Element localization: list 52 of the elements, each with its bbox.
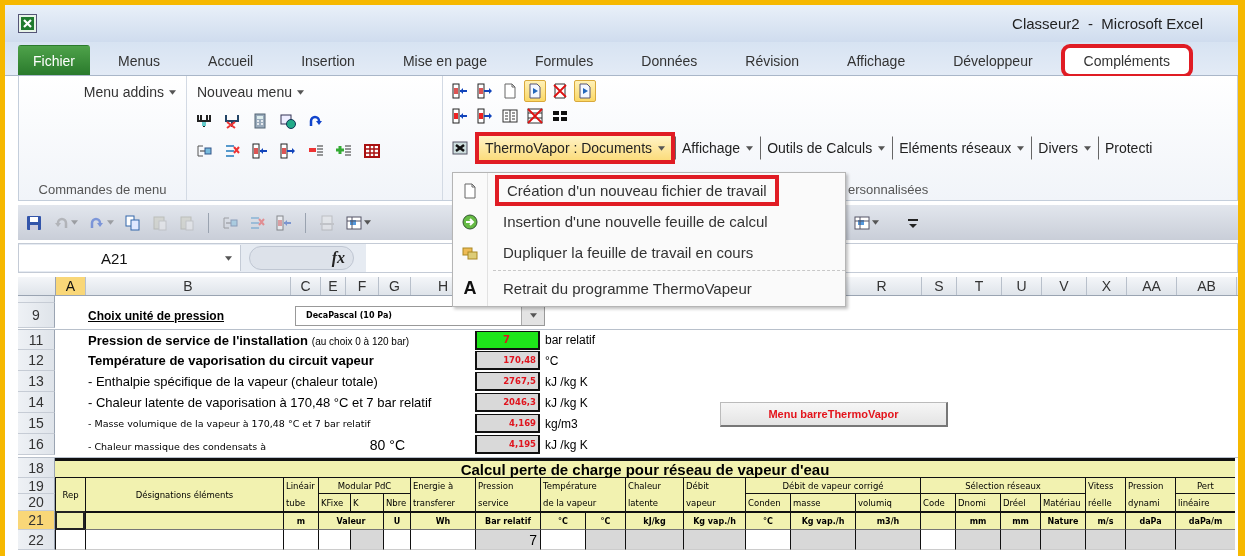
table-header-cell: Code bbox=[920, 494, 955, 511]
parameter-label: - Chaleur latente de vaporisation à 170,48 °C et 7 bar relatif bbox=[88, 395, 432, 410]
table-header-cell: de la vapeur bbox=[540, 494, 625, 511]
table-header-cell: Matériau bbox=[1040, 494, 1085, 511]
table-header-cell: Débit bbox=[683, 478, 745, 494]
unit-text: °C bbox=[544, 353, 559, 368]
table-header-cell: Pression bbox=[1125, 478, 1175, 494]
table-header-cell: Pression bbox=[475, 478, 540, 494]
table-header-cell: Modular PdC bbox=[318, 478, 410, 494]
table-header-cell: latente bbox=[625, 494, 683, 511]
table-header-cell: réelle bbox=[1085, 494, 1125, 511]
table-header-cell: Dnomi bbox=[955, 494, 1000, 511]
parameter-label: - Enthalpie spécifique de la vapeur (chaleur totale) bbox=[88, 374, 378, 389]
parameter-label: - Chaleur massique des condensats à bbox=[88, 440, 266, 452]
table-header-cell: Température bbox=[540, 478, 625, 494]
table-header-cell: Energie à bbox=[410, 478, 475, 494]
field-label: Choix unité de pression bbox=[88, 308, 225, 323]
table-header-cell: service bbox=[475, 494, 540, 511]
table-header-cell: K bbox=[350, 494, 383, 511]
unit-text: bar relatif bbox=[544, 333, 596, 347]
table-header-cell: linéaire bbox=[1175, 494, 1235, 511]
unit-text: kJ /kg K bbox=[544, 374, 588, 389]
parameter-label: - Masse volumique de la vapeur à 170,48 °C et 7 bar relatif bbox=[88, 418, 371, 429]
group-label: ersonnalisées bbox=[848, 181, 929, 197]
parameter-label: Température de vaporisation du circuit vapeur bbox=[88, 353, 374, 368]
table-header-cell: Pert bbox=[1175, 478, 1235, 494]
table-header-cell: KFixe bbox=[318, 494, 350, 511]
table-header-cell: Conden bbox=[745, 494, 790, 511]
unit-text: kg/m3 bbox=[544, 416, 578, 431]
group-label: Commandes de menu bbox=[37, 180, 168, 199]
table-header-cell: Linéair bbox=[283, 478, 318, 494]
table-header-cell: masse bbox=[790, 494, 855, 511]
table-header-cell: vapeur bbox=[683, 494, 745, 511]
table-header-cell: Chaleur bbox=[625, 478, 683, 494]
parameter-text: 80 °C bbox=[369, 436, 405, 453]
table-header-cell: Sélection réseaux bbox=[920, 478, 1085, 494]
parameter-label: Pression de service de l'installation bbox=[88, 332, 308, 348]
table-title: Calcul perte de charge pour réseau de vapeur d'eau bbox=[55, 458, 1235, 478]
window-title: Classeur2 - Microsoft Excel bbox=[1012, 15, 1203, 32]
unit-text: kJ /kg K bbox=[544, 437, 588, 452]
table-header-cell: transferer bbox=[410, 494, 475, 511]
table-header-cell: Rep bbox=[55, 478, 85, 511]
table-header-cell: Débit de vapeur corrigé bbox=[745, 478, 920, 494]
parameter-note: (au choix 0 à 120 bar) bbox=[311, 335, 410, 347]
unit-text: kJ /kg K bbox=[544, 395, 588, 410]
table-header-cell: volumiq bbox=[855, 494, 920, 511]
table-header-cell: Vitess bbox=[1085, 478, 1125, 494]
table-header-cell: dynami bbox=[1125, 494, 1175, 511]
table-header-cell: tube bbox=[283, 494, 318, 511]
table-header-cell: Nbre bbox=[383, 494, 410, 511]
table-header-cell: Dréel bbox=[1000, 494, 1040, 511]
table-header-cell: Désignations éléments bbox=[85, 478, 283, 511]
